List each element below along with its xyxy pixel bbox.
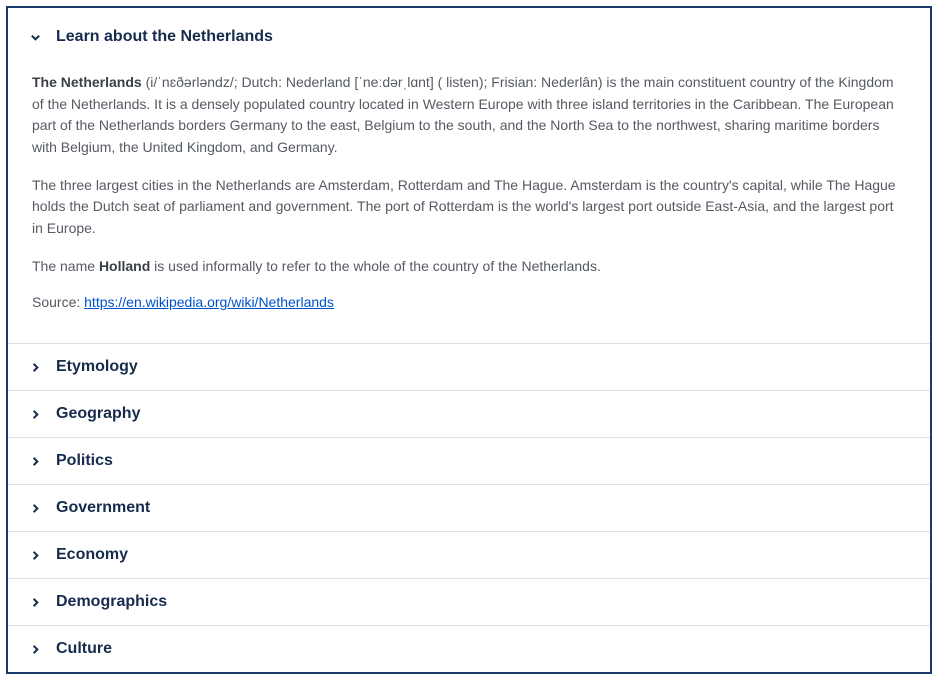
bold-text: Holland [99, 258, 150, 274]
accordion-header-politics[interactable]: Politics [8, 438, 930, 484]
chevron-right-icon [28, 595, 42, 609]
chevron-right-icon [28, 360, 42, 374]
accordion-item-etymology: Etymology [8, 344, 930, 391]
source-line: Source: https://en.wikipedia.org/wiki/Ne… [32, 292, 906, 314]
accordion-item-economy: Economy [8, 532, 930, 579]
accordion-item-culture: Culture [8, 626, 930, 672]
accordion-header-economy[interactable]: Economy [8, 532, 930, 578]
accordion-title: Learn about the Netherlands [56, 28, 273, 46]
accordion-title: Government [56, 499, 150, 517]
accordion-header-learn[interactable]: Learn about the Netherlands [8, 8, 930, 56]
accordion-header-geography[interactable]: Geography [8, 391, 930, 437]
paragraph-3: The name Holland is used informally to r… [32, 256, 906, 278]
accordion-title: Economy [56, 546, 128, 564]
accordion-header-government[interactable]: Government [8, 485, 930, 531]
accordion-item-learn: Learn about the Netherlands The Netherla… [8, 8, 930, 344]
accordion-header-etymology[interactable]: Etymology [8, 344, 930, 390]
accordion-item-geography: Geography [8, 391, 930, 438]
chevron-right-icon [28, 501, 42, 515]
paragraph-2: The three largest cities in the Netherla… [32, 175, 906, 240]
accordion-header-demographics[interactable]: Demographics [8, 579, 930, 625]
chevron-right-icon [28, 642, 42, 656]
accordion-header-culture[interactable]: Culture [8, 626, 930, 672]
chevron-down-icon [28, 30, 42, 44]
source-link[interactable]: https://en.wikipedia.org/wiki/Netherland… [84, 294, 334, 310]
text: is used informally to refer to the whole… [150, 258, 601, 274]
chevron-right-icon [28, 454, 42, 468]
accordion-title: Politics [56, 452, 113, 470]
accordion-title: Etymology [56, 358, 138, 376]
text: (i/ˈnɛðərləndz/; Dutch: Nederland [ˈneːd… [32, 74, 894, 155]
paragraph-1: The Netherlands (i/ˈnɛðərləndz/; Dutch: … [32, 72, 906, 159]
source-label: Source: [32, 294, 84, 310]
accordion-title: Culture [56, 640, 112, 658]
bold-text: The Netherlands [32, 74, 142, 90]
accordion-title: Geography [56, 405, 140, 423]
accordion-content-learn: The Netherlands (i/ˈnɛðərləndz/; Dutch: … [8, 56, 930, 343]
accordion-item-politics: Politics [8, 438, 930, 485]
accordion-title: Demographics [56, 593, 167, 611]
text: The name [32, 258, 99, 274]
chevron-right-icon [28, 407, 42, 421]
accordion-item-demographics: Demographics [8, 579, 930, 626]
accordion-item-government: Government [8, 485, 930, 532]
accordion-container: Learn about the Netherlands The Netherla… [6, 6, 932, 674]
chevron-right-icon [28, 548, 42, 562]
